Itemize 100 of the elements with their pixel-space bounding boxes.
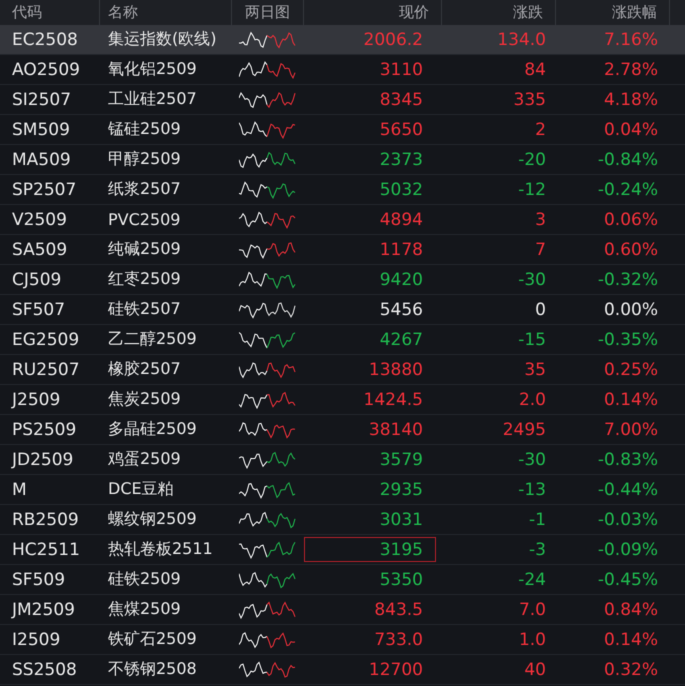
contract-name: 螺纹钢2509 [107, 509, 198, 530]
sparkline-drawing [239, 118, 297, 140]
quote-row[interactable]: CJ509 红枣2509 9420 -30 -0.32% [0, 265, 685, 295]
quote-row[interactable]: I2509 铁矿石2509 733.0 1.0 0.14% [0, 625, 685, 655]
contract-name: DCE豆粕 [107, 479, 175, 500]
contract-name: 锰硅2509 [107, 119, 182, 140]
quote-row[interactable]: SF509 硅铁2509 5350 -24 -0.45% [0, 565, 685, 595]
change-value: -20 [517, 150, 547, 170]
quote-row[interactable]: MA509 甲醇2509 2373 -20 -0.84% [0, 145, 685, 175]
sparkline-drawing [239, 178, 297, 200]
contract-name: 红枣2509 [107, 269, 182, 290]
quote-row[interactable]: SM509 锰硅2509 5650 2 0.04% [0, 115, 685, 145]
change-value: -1 [528, 510, 547, 530]
quote-row[interactable]: V2509 PVC2509 4894 3 0.06% [0, 205, 685, 235]
contract-name: 多晶硅2509 [107, 419, 198, 440]
sparkline-drawing [239, 58, 297, 80]
contract-code: SS2508 [11, 660, 78, 680]
contract-code: I2509 [11, 630, 62, 650]
contract-name: 集运指数(欧线) [107, 29, 218, 50]
contract-code: V2509 [11, 210, 68, 230]
change-value: 35 [523, 360, 547, 380]
change-percent: 0.32% [602, 660, 659, 680]
sparkline-drawing [239, 268, 297, 290]
change-percent: -0.09% [596, 540, 659, 560]
contract-code: AO2509 [11, 60, 81, 80]
quote-row[interactable]: RB2509 螺纹钢2509 3031 -1 -0.03% [0, 505, 685, 535]
contract-name: 乙二醇2509 [107, 329, 198, 350]
change-value: -30 [517, 270, 547, 290]
quote-row[interactable]: JD2509 鸡蛋2509 3579 -30 -0.83% [0, 445, 685, 475]
price-cell-text: 3031 [378, 509, 424, 532]
quote-row[interactable]: SA509 纯碱2509 1178 7 0.60% [0, 235, 685, 265]
price-cell-text: 5350 [378, 569, 424, 592]
quote-row[interactable]: PS2509 多晶硅2509 38140 2495 7.00% [0, 415, 685, 445]
price-cell-text: 4894 [378, 209, 424, 232]
change-value: 7.0 [518, 600, 547, 620]
change-percent: 7.16% [602, 30, 659, 50]
quote-row[interactable]: SF507 硅铁2507 5456 0 0.00% [0, 295, 685, 325]
price-cell-text: 2006.2 [362, 29, 424, 52]
contract-code: EG2509 [11, 330, 80, 350]
contract-name: 工业硅2507 [107, 89, 198, 110]
change-value: 84 [523, 60, 547, 80]
quote-row[interactable]: J2509 焦炭2509 1424.5 2.0 0.14% [0, 385, 685, 415]
quote-row[interactable]: RU2507 橡胶2507 13880 35 0.25% [0, 355, 685, 385]
price-cell-text: 2373 [378, 149, 424, 172]
price-cell-text: 1178 [378, 239, 424, 262]
change-percent: -0.24% [596, 180, 659, 200]
contract-code: RB2509 [11, 510, 80, 530]
quote-row[interactable]: EC2508 集运指数(欧线) 2006.2 134.0 7.16% [0, 25, 685, 55]
contract-name: 纯碱2509 [107, 239, 182, 260]
price-cell-text: 38140 [368, 419, 424, 442]
change-percent: -0.32% [596, 270, 659, 290]
quote-row[interactable]: JM2509 焦煤2509 843.5 7.0 0.84% [0, 595, 685, 625]
change-value: -3 [528, 540, 547, 560]
contract-code: SM509 [11, 120, 71, 140]
price-cell-text: 843.5 [373, 599, 424, 622]
quote-row[interactable]: SS2508 不锈钢2508 12700 40 0.32% [0, 655, 685, 685]
change-percent: 0.04% [602, 120, 659, 140]
change-percent: -0.84% [596, 150, 659, 170]
change-value: 2495 [502, 420, 547, 440]
change-percent: 0.25% [602, 360, 659, 380]
price-cell-text: 5456 [378, 299, 424, 322]
change-percent: 0.06% [602, 210, 659, 230]
sparkline-drawing [239, 208, 297, 230]
quote-row[interactable]: SP2507 纸浆2507 5032 -12 -0.24% [0, 175, 685, 205]
price-cell-text: 4267 [378, 329, 424, 352]
quote-row[interactable]: SI2507 工业硅2507 8345 335 4.18% [0, 85, 685, 115]
contract-name: 甲醇2509 [107, 149, 182, 170]
contract-name: 焦炭2509 [107, 389, 182, 410]
quote-row[interactable]: HC2511 热轧卷板2511 3195 -3 -0.09% [0, 535, 685, 565]
change-percent: 0.84% [602, 600, 659, 620]
contract-code: SF507 [11, 300, 66, 320]
change-percent: 7.00% [602, 420, 659, 440]
change-value: 2 [534, 120, 547, 140]
contract-code: JM2509 [10, 600, 76, 620]
change-value: 1.0 [518, 630, 547, 650]
contract-name: 热轧卷板2511 [107, 539, 214, 560]
change-percent: -0.03% [596, 510, 659, 530]
contract-name: PVC2509 [107, 210, 182, 229]
contract-code: M [11, 480, 28, 500]
contract-code: MA509 [11, 150, 72, 170]
change-value: 3 [534, 210, 547, 230]
contract-code: SI2507 [11, 90, 72, 110]
quote-row[interactable]: AO2509 氧化铝2509 3110 84 2.78% [0, 55, 685, 85]
price-cell-text: 12700 [368, 659, 424, 682]
change-percent: -0.45% [596, 570, 659, 590]
quote-row[interactable]: EG2509 乙二醇2509 4267 -15 -0.35% [0, 325, 685, 355]
change-percent: 0.14% [602, 390, 659, 410]
change-percent: 0.60% [602, 240, 659, 260]
price-cell-text: 13880 [368, 359, 424, 382]
price-cell: 3195 [304, 537, 436, 562]
price-cell-text: 733.0 [373, 629, 424, 652]
change-value: -15 [517, 330, 547, 350]
change-value: -24 [517, 570, 547, 590]
contract-name: 铁矿石2509 [107, 629, 198, 650]
contract-name: 纸浆2507 [107, 179, 182, 200]
change-percent: -0.44% [596, 480, 659, 500]
contract-code: CJ509 [11, 270, 62, 290]
change-value: -12 [517, 180, 547, 200]
quote-row[interactable]: M DCE豆粕 2935 -13 -0.44% [0, 475, 685, 505]
price-cell-text: 3579 [378, 449, 424, 472]
